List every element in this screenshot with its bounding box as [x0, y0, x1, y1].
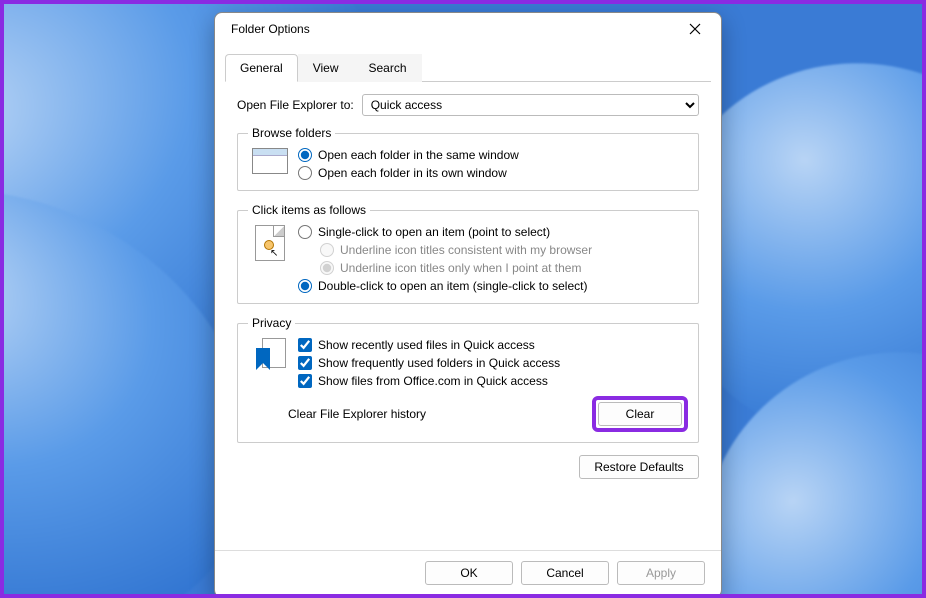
close-icon — [689, 23, 701, 35]
check-recent-files-label: Show recently used files in Quick access — [318, 338, 535, 352]
radio-underline-browser — [320, 243, 334, 257]
radio-single-click-row[interactable]: Single-click to open an item (point to s… — [298, 225, 688, 239]
tab-view[interactable]: View — [298, 54, 354, 82]
dialog-title: Folder Options — [231, 22, 310, 36]
folder-options-dialog: Folder Options General View Search Open … — [214, 12, 722, 598]
close-button[interactable] — [677, 15, 713, 43]
check-recent-files-row[interactable]: Show recently used files in Quick access — [298, 338, 688, 352]
tabstrip: General View Search — [225, 53, 711, 82]
open-explorer-row: Open File Explorer to: Quick access — [237, 94, 699, 116]
page-click-icon: ↖ — [255, 225, 285, 261]
radio-single-click-label: Single-click to open an item (point to s… — [318, 225, 550, 239]
clear-history-row: Clear File Explorer history Clear — [248, 396, 688, 432]
open-explorer-label: Open File Explorer to: — [237, 98, 354, 112]
radio-own-window-label: Open each folder in its own window — [318, 166, 507, 180]
click-items-icon-col: ↖ — [248, 225, 292, 293]
radio-same-window-label: Open each folder in the same window — [318, 148, 519, 162]
click-items-group: Click items as follows ↖ Single-click to… — [237, 203, 699, 304]
check-office-files[interactable] — [298, 374, 312, 388]
radio-same-window[interactable] — [298, 148, 312, 162]
radio-double-click-label: Double-click to open an item (single-cli… — [318, 279, 587, 293]
cancel-button[interactable]: Cancel — [521, 561, 609, 585]
titlebar: Folder Options — [215, 13, 721, 45]
privacy-icon-col — [248, 338, 292, 388]
window-icon — [252, 148, 288, 174]
check-recent-files[interactable] — [298, 338, 312, 352]
clear-button-highlight: Clear — [592, 396, 688, 432]
check-frequent-folders[interactable] — [298, 356, 312, 370]
privacy-group: Privacy Show recently used files in Quic… — [237, 316, 699, 443]
check-office-files-label: Show files from Office.com in Quick acce… — [318, 374, 548, 388]
radio-underline-browser-row: Underline icon titles consistent with my… — [320, 243, 688, 257]
radio-underline-point-row: Underline icon titles only when I point … — [320, 261, 688, 275]
radio-single-click[interactable] — [298, 225, 312, 239]
ok-button[interactable]: OK — [425, 561, 513, 585]
apply-button: Apply — [617, 561, 705, 585]
radio-own-window[interactable] — [298, 166, 312, 180]
check-frequent-folders-row[interactable]: Show frequently used folders in Quick ac… — [298, 356, 688, 370]
privacy-legend: Privacy — [248, 316, 295, 330]
radio-own-window-row[interactable]: Open each folder in its own window — [298, 166, 688, 180]
click-items-legend: Click items as follows — [248, 203, 370, 217]
restore-defaults-button[interactable]: Restore Defaults — [579, 455, 699, 479]
restore-defaults-row: Restore Defaults — [237, 455, 699, 479]
clear-button[interactable]: Clear — [598, 402, 682, 426]
browse-folders-legend: Browse folders — [248, 126, 335, 140]
open-explorer-combo[interactable]: Quick access — [362, 94, 699, 116]
quick-access-icon — [252, 338, 288, 374]
tab-search[interactable]: Search — [354, 54, 422, 82]
screenshot-viewport: Folder Options General View Search Open … — [0, 0, 926, 598]
dialog-footer: OK Cancel Apply — [215, 550, 721, 597]
tab-content-general: Open File Explorer to: Quick access Brow… — [215, 82, 721, 550]
browse-folders-icon-col — [248, 148, 292, 180]
browse-folders-group: Browse folders Open each folder in the s… — [237, 126, 699, 191]
radio-underline-browser-label: Underline icon titles consistent with my… — [340, 243, 592, 257]
radio-underline-point-label: Underline icon titles only when I point … — [340, 261, 581, 275]
tab-general[interactable]: General — [225, 54, 298, 82]
radio-double-click[interactable] — [298, 279, 312, 293]
check-office-files-row[interactable]: Show files from Office.com in Quick acce… — [298, 374, 688, 388]
radio-underline-point — [320, 261, 334, 275]
radio-same-window-row[interactable]: Open each folder in the same window — [298, 148, 688, 162]
radio-double-click-row[interactable]: Double-click to open an item (single-cli… — [298, 279, 688, 293]
check-frequent-folders-label: Show frequently used folders in Quick ac… — [318, 356, 560, 370]
clear-history-label: Clear File Explorer history — [288, 407, 426, 421]
